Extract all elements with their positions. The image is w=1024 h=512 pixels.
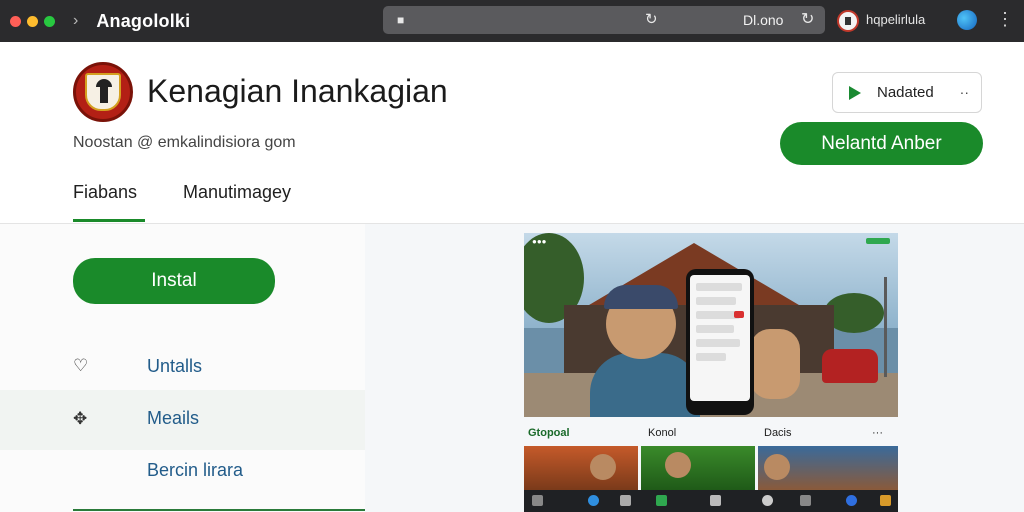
more-menu-icon[interactable]: ⋮ <box>996 9 1014 30</box>
thumbnail-1[interactable] <box>524 446 638 490</box>
sidebar-item-meails[interactable]: Meails <box>147 408 199 429</box>
window-icon[interactable] <box>620 495 631 506</box>
media-taskbar <box>524 490 898 512</box>
app-logo <box>73 62 133 122</box>
app-icon[interactable] <box>656 495 667 506</box>
active-tab-indicator <box>73 219 145 222</box>
sidebar-bottom-rule <box>73 509 365 511</box>
developer-line[interactable]: Noostan @ emkalindisiora gom <box>73 134 296 152</box>
edge-icon[interactable] <box>588 495 599 506</box>
app-name: Kenagian Inankagian <box>147 73 448 109</box>
play-icon <box>849 85 861 100</box>
minimize-window-button[interactable] <box>27 15 38 27</box>
wishlist-button[interactable]: Nadated ·· <box>832 72 982 113</box>
folder-icon[interactable] <box>800 495 811 506</box>
browser-icon[interactable] <box>846 495 857 506</box>
phone-image <box>686 269 754 415</box>
lock-icon: ■ <box>397 13 405 27</box>
thumbnail-3[interactable] <box>758 446 898 490</box>
maximize-window-button[interactable] <box>44 15 55 27</box>
window-controls <box>10 15 55 27</box>
globe-icon[interactable] <box>957 10 977 30</box>
install-button[interactable]: Instal <box>73 258 275 304</box>
window-title: Anagololki <box>96 10 191 31</box>
address-bar[interactable]: ■ ↻ Dl.ono ↻ <box>383 6 825 34</box>
tab-overview[interactable]: Fiabans <box>73 182 137 203</box>
more-dots-icon[interactable]: ·· <box>960 84 969 100</box>
loading-icon: ↻ <box>645 11 658 28</box>
close-window-button[interactable] <box>10 15 21 27</box>
tab-details[interactable]: Manutimagey <box>183 182 291 203</box>
thumbnail-2[interactable] <box>641 446 755 490</box>
sidebar-item-bercin[interactable]: Bercin lirara <box>147 460 243 481</box>
caption-2: Konol <box>648 427 677 439</box>
caption-1: Gtopoal <box>528 427 570 439</box>
extension-icon[interactable] <box>837 10 859 32</box>
profile-label[interactable]: hqpelirlula <box>866 12 925 27</box>
sidebar-item-untalls[interactable]: Untalls <box>147 356 202 377</box>
settings-icon[interactable] <box>762 495 773 506</box>
screenshot-main[interactable]: ●●● <box>524 233 898 417</box>
secondary-cta-button[interactable]: Nelantd Anber <box>780 122 983 165</box>
url-text: Dl.ono <box>743 12 784 28</box>
media-icon[interactable] <box>710 495 721 506</box>
status-bar: ●●● <box>532 237 547 246</box>
heart-icon: ♡ <box>73 356 89 375</box>
battery-icon <box>866 238 890 244</box>
share-icon: ✥ <box>73 409 88 428</box>
reload-icon[interactable]: ↻ <box>801 9 814 29</box>
caption-3: Dacis <box>764 427 792 439</box>
store-icon[interactable] <box>880 495 891 506</box>
chevron-right-icon[interactable]: › <box>73 12 78 30</box>
caption-row: Gtopoal Konol Dacis ··· <box>524 424 898 444</box>
more-captions-icon[interactable]: ··· <box>872 427 883 439</box>
wishlist-label: Nadated <box>877 84 934 101</box>
volume-icon[interactable] <box>532 495 543 506</box>
